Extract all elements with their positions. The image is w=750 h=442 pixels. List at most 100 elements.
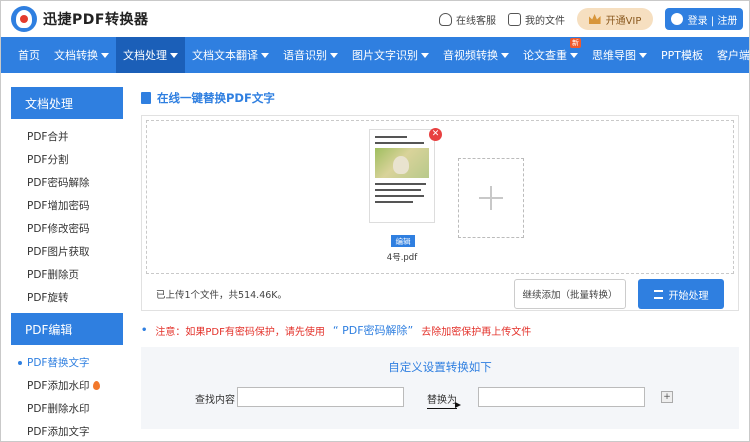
my-files-link[interactable]: 我的文件 — [508, 12, 565, 27]
nav-label: 客户端 — [717, 49, 750, 62]
nav-item-home[interactable]: 首页 — [11, 37, 47, 73]
replace-label: 替换为 — [427, 391, 457, 409]
caret-down-icon — [330, 52, 338, 58]
replace-input[interactable] — [478, 387, 645, 407]
app-logo[interactable]: 迅捷PDF转换器 — [11, 6, 148, 32]
crown-icon — [588, 14, 601, 24]
caret-down-icon — [261, 52, 269, 58]
caret-down-icon — [170, 52, 178, 58]
thumb-line — [375, 195, 424, 197]
sidebar-item-pdf-remove-watermark[interactable]: PDF删除水印 — [11, 397, 123, 420]
sidebar-list: PDF合并 PDF分割 PDF密码解除 PDF增加密码 PDF修改密码 PDF图… — [11, 119, 123, 313]
nav-item-speech[interactable]: 语音识别 — [276, 37, 345, 73]
page-title: 在线一键替换PDF文字 — [141, 87, 741, 109]
nav-item-doc-convert[interactable]: 文档转换 — [47, 37, 116, 73]
header-actions: 在线客服 我的文件 开通VIP 登录 | 注册 — [439, 8, 743, 30]
main-content: 在线一键替换PDF文字 ✕ 编辑 4号.pdf 已上传1个文件，共514.46K… — [141, 87, 741, 429]
password-notice: • 注意：如果PDF有密码保护，请先使用 “ PDF密码解除” 去除加密保护再上… — [141, 321, 741, 339]
sidebar-list: PDF替换文字 PDF添加水印 PDF删除水印 PDF添加文字 — [11, 345, 123, 442]
nav-label: 图片文字识别 — [352, 49, 418, 62]
nav-item-client[interactable]: 客户端 — [710, 37, 750, 73]
thumb-line — [375, 136, 408, 138]
page-title-text: 在线一键替换PDF文字 — [157, 91, 275, 105]
nav-label: 首页 — [18, 49, 40, 62]
edit-file-button[interactable]: 编辑 — [391, 235, 415, 247]
replace-settings-panel: 自定义设置转换如下 查找内容 替换为 + — [141, 347, 739, 429]
arrow-right-icon — [455, 402, 461, 408]
app-name: 迅捷PDF转换器 — [43, 12, 149, 28]
sidebar-item-pdf-add-watermark[interactable]: PDF添加水印 — [11, 374, 123, 397]
sidebar-item-pdf-merge[interactable]: PDF合并 — [11, 125, 123, 148]
document-icon — [141, 92, 151, 104]
headset-icon — [439, 12, 452, 26]
thumb-line — [375, 201, 413, 203]
thumb-image — [375, 148, 429, 178]
thumb-line — [375, 189, 421, 191]
sidebar-item-pdf-add-text[interactable]: PDF添加文字 — [11, 420, 123, 442]
nav-item-doc-process[interactable]: 文档处理 — [116, 37, 185, 73]
nav-item-translate[interactable]: 文档文本翻译 — [185, 37, 276, 73]
add-file-button[interactable] — [458, 158, 524, 238]
caret-down-icon — [639, 52, 647, 58]
notice-suffix: 去除加密保护再上传文件 — [421, 326, 532, 338]
sidebar-item-pdf-extract-images[interactable]: PDF图片获取 — [11, 240, 123, 263]
remove-file-icon[interactable]: ✕ — [429, 128, 442, 141]
sidebar-item-pdf-split[interactable]: PDF分割 — [11, 148, 123, 171]
top-header: 迅捷PDF转换器 在线客服 我的文件 开通VIP 登录 | 注册 — [1, 1, 749, 37]
my-files-label: 我的文件 — [525, 15, 565, 27]
sidebar: 文档处理 PDF合并 PDF分割 PDF密码解除 PDF增加密码 PDF修改密码… — [11, 87, 123, 442]
main-nav: 首页 文档转换 文档处理 文档文本翻译 语音识别 图片文字识别 音视频转换 论文… — [1, 37, 750, 73]
sidebar-section-title: PDF编辑 — [11, 313, 123, 345]
vip-button[interactable]: 开通VIP — [577, 8, 653, 30]
upload-footer: 已上传1个文件，共514.46K。 继续添加（批量转换） 开始处理 — [142, 276, 738, 312]
user-icon — [670, 13, 683, 25]
nav-label: 文档处理 — [123, 49, 167, 62]
sidebar-item-pdf-change-password[interactable]: PDF修改密码 — [11, 217, 123, 240]
bullet-icon: • — [141, 324, 148, 336]
swap-icon — [653, 289, 663, 299]
nav-item-paper-check[interactable]: 论文查重新 — [516, 37, 585, 73]
pdf-unlock-link[interactable]: “ PDF密码解除” — [333, 322, 413, 338]
login-button[interactable]: 登录 | 注册 — [665, 8, 743, 30]
continue-add-button[interactable]: 继续添加（批量转换） — [514, 279, 626, 309]
hot-flame-icon — [93, 381, 101, 390]
start-process-button[interactable]: 开始处理 — [638, 279, 724, 309]
sidebar-item-pdf-unlock[interactable]: PDF密码解除 — [11, 171, 123, 194]
sidebar-item-pdf-add-password[interactable]: PDF增加密码 — [11, 194, 123, 217]
thumb-line — [375, 183, 427, 185]
active-dot-icon — [18, 360, 22, 365]
sidebar-item-pdf-delete-pages[interactable]: PDF删除页 — [11, 263, 123, 286]
logo-icon — [11, 6, 37, 32]
login-label: 登录 | 注册 — [687, 15, 738, 27]
file-drop-area[interactable]: ✕ 编辑 4号.pdf — [146, 120, 734, 274]
nav-label: 文档转换 — [54, 49, 98, 62]
nav-label: 论文查重 — [523, 49, 567, 62]
caret-down-icon — [421, 52, 429, 58]
thumb-line — [375, 142, 424, 144]
add-rule-button[interactable]: + — [661, 391, 673, 403]
new-badge: 新 — [570, 38, 581, 48]
nav-label: 语音识别 — [283, 49, 327, 62]
caret-down-icon — [501, 52, 509, 58]
notice-prefix: 注意：如果PDF有密码保护，请先使用 — [155, 326, 325, 338]
caret-down-icon — [101, 52, 109, 58]
nav-label: 音视频转换 — [443, 49, 498, 62]
online-service-label: 在线客服 — [456, 15, 496, 27]
file-name: 4号.pdf — [386, 253, 418, 263]
sidebar-item-label: PDF替换文字 — [27, 357, 90, 369]
nav-label: 思维导图 — [592, 49, 636, 62]
nav-item-mindmap[interactable]: 思维导图 — [585, 37, 654, 73]
upload-panel: ✕ 编辑 4号.pdf 已上传1个文件，共514.46K。 继续添加（批量转换）… — [141, 115, 739, 311]
sidebar-item-pdf-rotate[interactable]: PDF旋转 — [11, 286, 123, 309]
nav-item-av-convert[interactable]: 音视频转换 — [436, 37, 516, 73]
nav-item-ocr[interactable]: 图片文字识别 — [345, 37, 436, 73]
upload-status: 已上传1个文件，共514.46K。 — [156, 290, 288, 301]
file-icon — [508, 12, 521, 26]
nav-item-ppt[interactable]: PPT模板 — [654, 37, 710, 73]
online-service-link[interactable]: 在线客服 — [439, 12, 496, 27]
caret-down-icon — [570, 52, 578, 58]
sidebar-item-pdf-replace-text[interactable]: PDF替换文字 — [11, 351, 123, 374]
file-thumbnail[interactable] — [369, 129, 435, 223]
find-input[interactable] — [237, 387, 404, 407]
settings-title: 自定义设置转换如下 — [388, 360, 492, 374]
